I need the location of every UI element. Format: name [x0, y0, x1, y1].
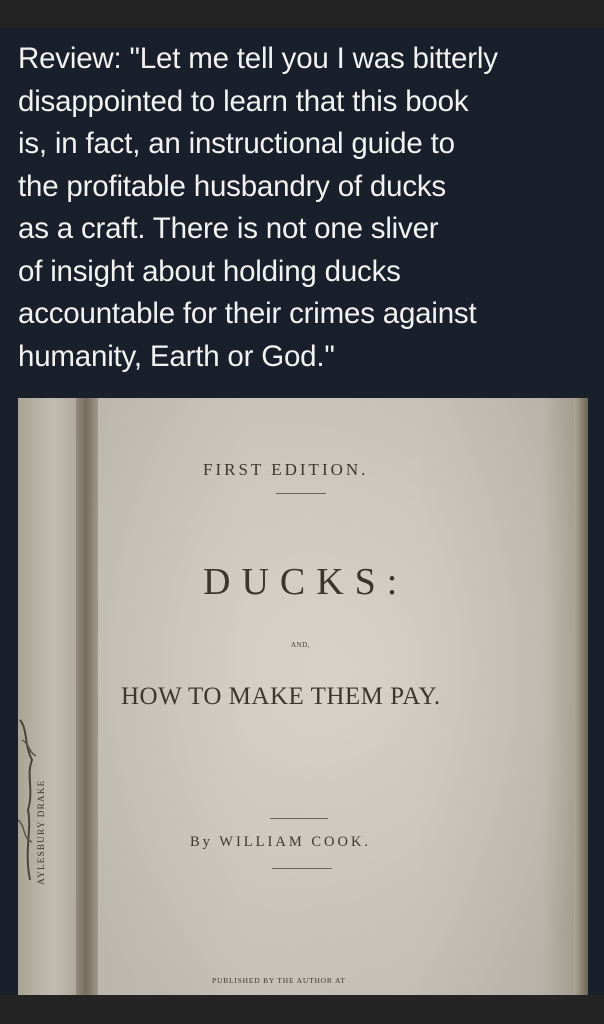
page-edge-shadow [574, 398, 588, 995]
caption-line: Review: "Let me tell you I was bitterly [18, 42, 498, 75]
caption-line: humanity, Earth or God." [18, 339, 335, 373]
top-bar [0, 0, 604, 28]
review-caption: Review: "Let me tell you I was bitterly … [18, 38, 593, 378]
plate-caption: AYLESBURY DRAKE [37, 779, 47, 885]
book-gutter [76, 398, 98, 995]
divider-rule [270, 818, 328, 819]
publisher-line: PUBLISHED BY THE AUTHOR AT [212, 976, 346, 985]
conjunction-label: AND, [291, 641, 310, 649]
caption-line: disappointed to learn that this book [18, 84, 469, 118]
book-title: DUCKS: [203, 561, 409, 603]
author-byline: By WILLIAM COOK. [190, 834, 372, 850]
caption-line: as a craft. There is not one sliver [18, 212, 439, 245]
book-subtitle: HOW TO MAKE THEM PAY. [121, 683, 441, 710]
caption-line: of insight about holding ducks [18, 254, 401, 288]
caption-line: the profitable husbandry of ducks [18, 169, 446, 203]
edition-label: FIRST EDITION. [203, 460, 369, 479]
caption-line: accountable for their crimes against [18, 297, 477, 330]
facing-plate-edge [18, 398, 76, 995]
divider-rule [276, 493, 326, 494]
caption-line: is, in fact, an instructional guide to [18, 127, 455, 160]
divider-rule [272, 868, 332, 869]
bottom-bar [0, 995, 604, 1024]
